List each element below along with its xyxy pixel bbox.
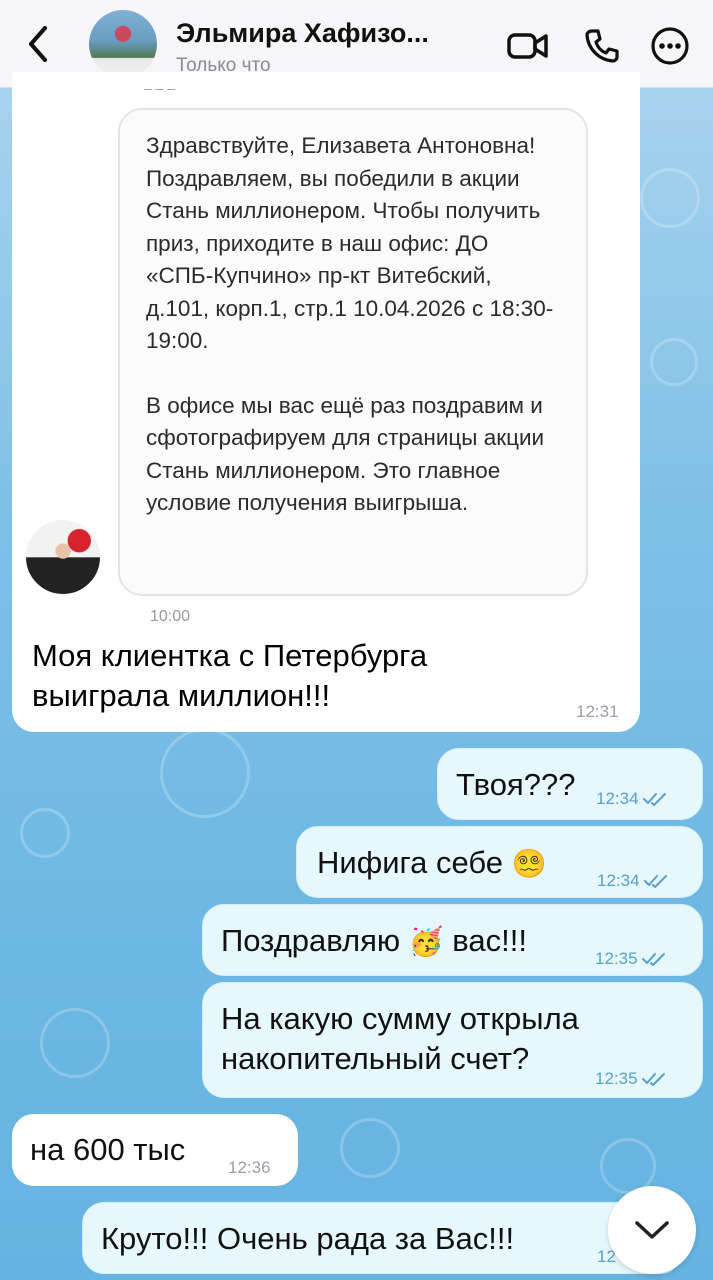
screenshot-paragraph-2: В офисе мы вас ещё раз поздравим и сфото… [146,392,545,516]
screenshot-paragraph-1: Здравствуйте, Елизавета Антоновна! Поздр… [146,133,554,353]
partying-face-emoji: 🥳 [408,926,444,957]
message-text: Поздравляю 🥳 вас!!! [221,921,527,962]
message-text: На какую сумму открыла накопительный сче… [221,999,579,1079]
message-text-part: Нифига себе [317,845,504,880]
chevron-down-icon [635,1221,669,1239]
double-check-icon [641,953,665,966]
wallpaper-doodle [650,338,698,386]
video-call-icon [507,33,548,59]
wallpaper-doodle [160,728,250,818]
double-check-icon [641,1073,665,1086]
scroll-to-bottom-button[interactable] [608,1186,696,1274]
wallpaper-doodle [40,1008,110,1078]
message-time: 12:35 [595,1069,638,1088]
message-time: 12:34 [597,871,640,890]
message-time-status: 12:35 [595,1069,668,1089]
message-text: на 600 тыс [30,1132,186,1167]
message-text: Нифига себе 😵‍💫 [317,843,547,884]
outgoing-message[interactable]: Твоя??? 12:34 [437,748,703,820]
phone-call-button[interactable] [580,24,624,68]
sender-avatar[interactable] [24,518,102,596]
back-chevron-icon [29,26,47,62]
message-time: 12:31 [576,702,619,721]
double-check-icon [643,875,667,888]
message-line: накопительный счет? [221,1041,530,1076]
phone-icon [585,29,619,63]
more-options-button[interactable] [648,24,692,68]
contact-avatar[interactable] [89,10,157,78]
back-button[interactable] [18,22,58,66]
message-text: Твоя??? [456,767,576,802]
more-options-icon [651,27,689,65]
wallpaper-doodle [20,808,70,858]
message-time: 12:34 [596,789,639,808]
message-time: 12:36 [228,1158,271,1177]
screenshot-cut-text: ‒ ‒ ‒ [144,80,176,96]
double-check-icon [642,793,666,806]
message-line: выиграла миллион!!! [32,678,331,713]
dizzy-face-emoji: 😵‍💫 [511,848,547,879]
message-line: На какую сумму открыла [221,1001,579,1036]
wallpaper-doodle [640,168,700,228]
message-text: Круто!!! Очень рада за Вас!!! [101,1221,515,1256]
message-time-status: 12:35 [595,949,668,969]
contact-info[interactable]: Эльмира Хафизо... Только что [176,18,429,77]
video-call-button[interactable] [506,24,550,68]
contact-name: Эльмира Хафизо... [176,18,429,48]
message-text-part: Поздравляю [221,923,401,958]
message-time-status: 12:34 [597,871,670,891]
wallpaper-doodle [340,1118,400,1178]
outgoing-message[interactable]: Поздравляю 🥳 вас!!! 12:35 [202,904,703,976]
outgoing-message[interactable]: Нифига себе 😵‍💫 12:34 [296,826,703,898]
incoming-message[interactable]: на 600 тыс 12:36 [12,1114,298,1186]
screenshot-cut-time: 10:00 [150,608,191,625]
message-time: 12:35 [595,949,638,968]
message-text-part: вас!!! [452,923,527,958]
message-time-status: 12:34 [596,789,669,809]
embedded-screenshot-image[interactable]: Здравствуйте, Елизавета Антоновна! Поздр… [118,108,588,596]
outgoing-message[interactable]: На какую сумму открыла накопительный сче… [202,982,703,1098]
message-text: Моя клиентка с Петербурга выиграла милли… [32,636,592,716]
outgoing-message[interactable]: Круто!!! Очень рада за Вас!!! 12 [82,1202,682,1274]
message-line: Моя клиентка с Петербурга [32,638,428,673]
